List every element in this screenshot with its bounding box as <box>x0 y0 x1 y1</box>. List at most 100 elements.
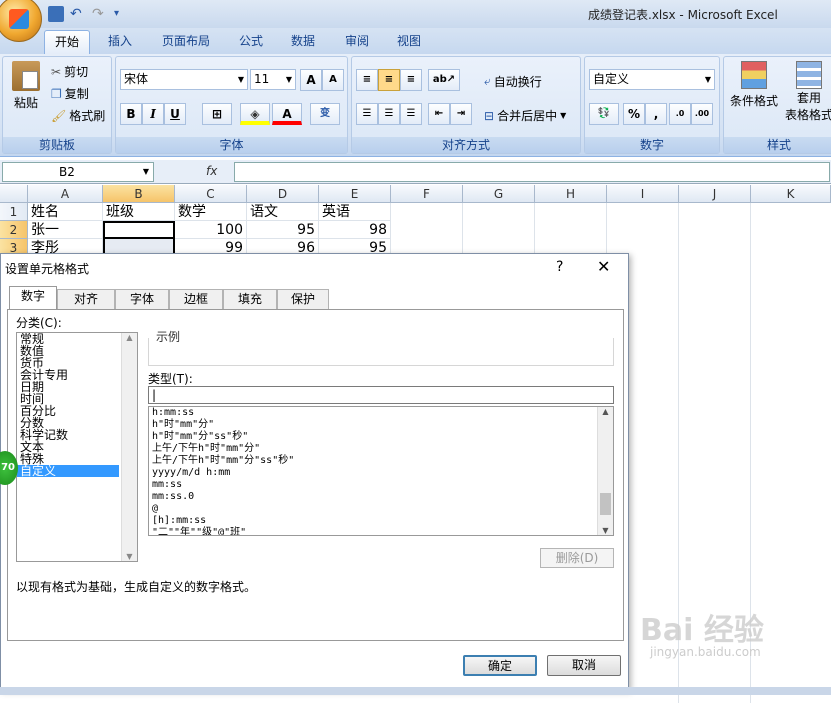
comma-button[interactable]: , <box>645 103 667 125</box>
type-input[interactable]: | <box>148 386 614 404</box>
copy-button[interactable]: ❐ 复制 <box>51 85 89 102</box>
cell-e1[interactable]: 英语 <box>319 203 391 221</box>
column-header[interactable]: H <box>535 185 607 203</box>
column-header[interactable]: G <box>463 185 535 203</box>
cell-a2[interactable]: 张一 <box>28 221 103 239</box>
column-header[interactable]: A <box>28 185 103 203</box>
fill-color-icon[interactable]: ◈ <box>240 103 270 125</box>
align-right-icon[interactable]: ☰ <box>400 103 422 125</box>
align-left-icon[interactable]: ☰ <box>356 103 378 125</box>
tab-border[interactable]: 边框 <box>169 289 223 309</box>
close-icon[interactable]: ✕ <box>597 257 610 276</box>
tab-alignment[interactable]: 对齐 <box>57 289 115 309</box>
category-scrollbar[interactable]: ▲ ▼ <box>121 333 137 561</box>
align-top-icon[interactable]: ≡ <box>356 69 378 91</box>
paste-button[interactable]: 粘贴 <box>9 61 43 111</box>
tab-fill[interactable]: 填充 <box>223 289 277 309</box>
align-bottom-icon[interactable]: ≡ <box>400 69 422 91</box>
type-list[interactable]: h:mm:ss h"时"mm"分" h"时"mm"分"ss"秒" 上午/下午h"… <box>148 406 614 536</box>
category-list[interactable]: 常规 数值 货币 会计专用 日期 时间 百分比 分数 科学记数 文本 特殊 自定… <box>16 332 138 562</box>
cancel-button[interactable]: 取消 <box>547 655 621 676</box>
tab-view[interactable]: 视图 <box>387 30 431 54</box>
number-format-combo[interactable]: 自定义 ▼ <box>589 69 715 90</box>
cell-b2-active[interactable] <box>103 221 175 239</box>
undo-icon[interactable]: ↶ <box>70 6 86 22</box>
align-middle-icon[interactable]: ≡ <box>378 69 400 91</box>
tab-formulas[interactable]: 公式 <box>229 30 273 54</box>
name-box[interactable]: B2 ▼ <box>2 162 154 182</box>
shrink-font-icon[interactable]: A <box>322 69 344 91</box>
tab-home[interactable]: 开始 <box>44 30 91 54</box>
decrease-indent-icon[interactable]: ⇤ <box>428 103 450 125</box>
tab-review[interactable]: 审阅 <box>335 30 379 54</box>
percent-button[interactable]: % <box>623 103 645 125</box>
phonetic-icon[interactable]: 变 <box>310 103 340 125</box>
list-item[interactable]: yyyy/m/d h:mm <box>149 467 613 479</box>
list-item[interactable]: mm:ss.0 <box>149 491 613 503</box>
cell-d1[interactable]: 语文 <box>247 203 319 221</box>
currency-icon[interactable]: 💱 <box>589 103 619 125</box>
font-color-icon[interactable]: A <box>272 103 302 125</box>
cell-b1[interactable]: 班级 <box>103 203 175 221</box>
format-as-table-button[interactable]: 套用 表格格式 <box>784 61 831 123</box>
column-header[interactable]: I <box>607 185 679 203</box>
scroll-up-icon[interactable]: ▲ <box>122 333 137 342</box>
column-header[interactable]: D <box>247 185 319 203</box>
fx-icon[interactable]: fx <box>206 164 217 178</box>
align-center-icon[interactable]: ☰ <box>378 103 400 125</box>
list-item[interactable]: h"时"mm"分"ss"秒" <box>149 431 613 443</box>
merge-center-button[interactable]: ⊟ 合并后居中 ▼ <box>484 107 566 124</box>
font-name-combo[interactable]: 宋体 ▼ <box>120 69 248 90</box>
help-icon[interactable]: ? <box>556 259 563 275</box>
cut-button[interactable]: ✂ 剪切 <box>51 63 88 80</box>
tab-font[interactable]: 字体 <box>115 289 169 309</box>
delete-button[interactable]: 删除(D) <box>540 548 614 568</box>
list-item[interactable]: h"时"mm"分" <box>149 419 613 431</box>
tab-protection[interactable]: 保护 <box>277 289 329 309</box>
column-header[interactable]: B <box>103 185 175 203</box>
tab-data[interactable]: 数据 <box>281 30 325 54</box>
tab-page-layout[interactable]: 页面布局 <box>152 30 220 54</box>
increase-indent-icon[interactable]: ⇥ <box>450 103 472 125</box>
list-item-selected[interactable]: 自定义 <box>17 465 119 477</box>
ok-button[interactable]: 确定 <box>463 655 537 676</box>
column-header[interactable]: E <box>319 185 391 203</box>
cell-e2[interactable]: 98 <box>319 221 391 239</box>
cell-a1[interactable]: 姓名 <box>28 203 103 221</box>
font-size-combo[interactable]: 11 ▼ <box>250 69 296 90</box>
scroll-down-icon[interactable]: ▼ <box>598 526 613 535</box>
cell-d2[interactable]: 95 <box>247 221 319 239</box>
wrap-text-button[interactable]: ⤶ 自动换行 <box>484 73 542 90</box>
select-all-corner[interactable] <box>0 185 28 203</box>
list-item[interactable]: h:mm:ss <box>149 407 613 419</box>
cell-c1[interactable]: 数学 <box>175 203 247 221</box>
list-item[interactable]: @ <box>149 503 613 515</box>
underline-button[interactable]: U <box>164 103 186 125</box>
column-header[interactable]: C <box>175 185 247 203</box>
border-icon[interactable]: ⊞ <box>202 103 232 125</box>
sheet-tab-bar[interactable] <box>0 687 831 695</box>
list-item[interactable]: mm:ss <box>149 479 613 491</box>
increase-decimal-icon[interactable]: .0 <box>669 103 691 125</box>
column-header[interactable]: F <box>391 185 463 203</box>
scroll-down-icon[interactable]: ▼ <box>122 552 137 561</box>
cell-c2[interactable]: 100 <box>175 221 247 239</box>
grow-font-icon[interactable]: A <box>300 69 322 91</box>
orientation-icon[interactable]: ab↗ <box>428 69 460 91</box>
italic-button[interactable]: I <box>142 103 164 125</box>
customize-qat-icon[interactable]: ▾ <box>114 6 130 22</box>
column-header[interactable]: K <box>751 185 831 203</box>
bold-button[interactable]: B <box>120 103 142 125</box>
tab-number[interactable]: 数字 <box>9 286 57 310</box>
formula-input[interactable] <box>234 162 830 182</box>
list-item[interactable]: "二""年""级"@"班" <box>149 527 613 535</box>
list-item[interactable]: [h]:mm:ss <box>149 515 613 527</box>
list-item[interactable]: 上午/下午h"时"mm"分"ss"秒" <box>149 455 613 467</box>
tab-insert[interactable]: 插入 <box>98 30 142 54</box>
row-header[interactable]: 1 <box>0 203 28 221</box>
column-header[interactable]: J <box>679 185 751 203</box>
row-header[interactable]: 2 <box>0 221 28 239</box>
scroll-thumb[interactable] <box>600 493 611 515</box>
conditional-format-button[interactable]: 条件格式 <box>728 61 780 109</box>
type-scrollbar[interactable]: ▲ ▼ <box>597 407 613 535</box>
